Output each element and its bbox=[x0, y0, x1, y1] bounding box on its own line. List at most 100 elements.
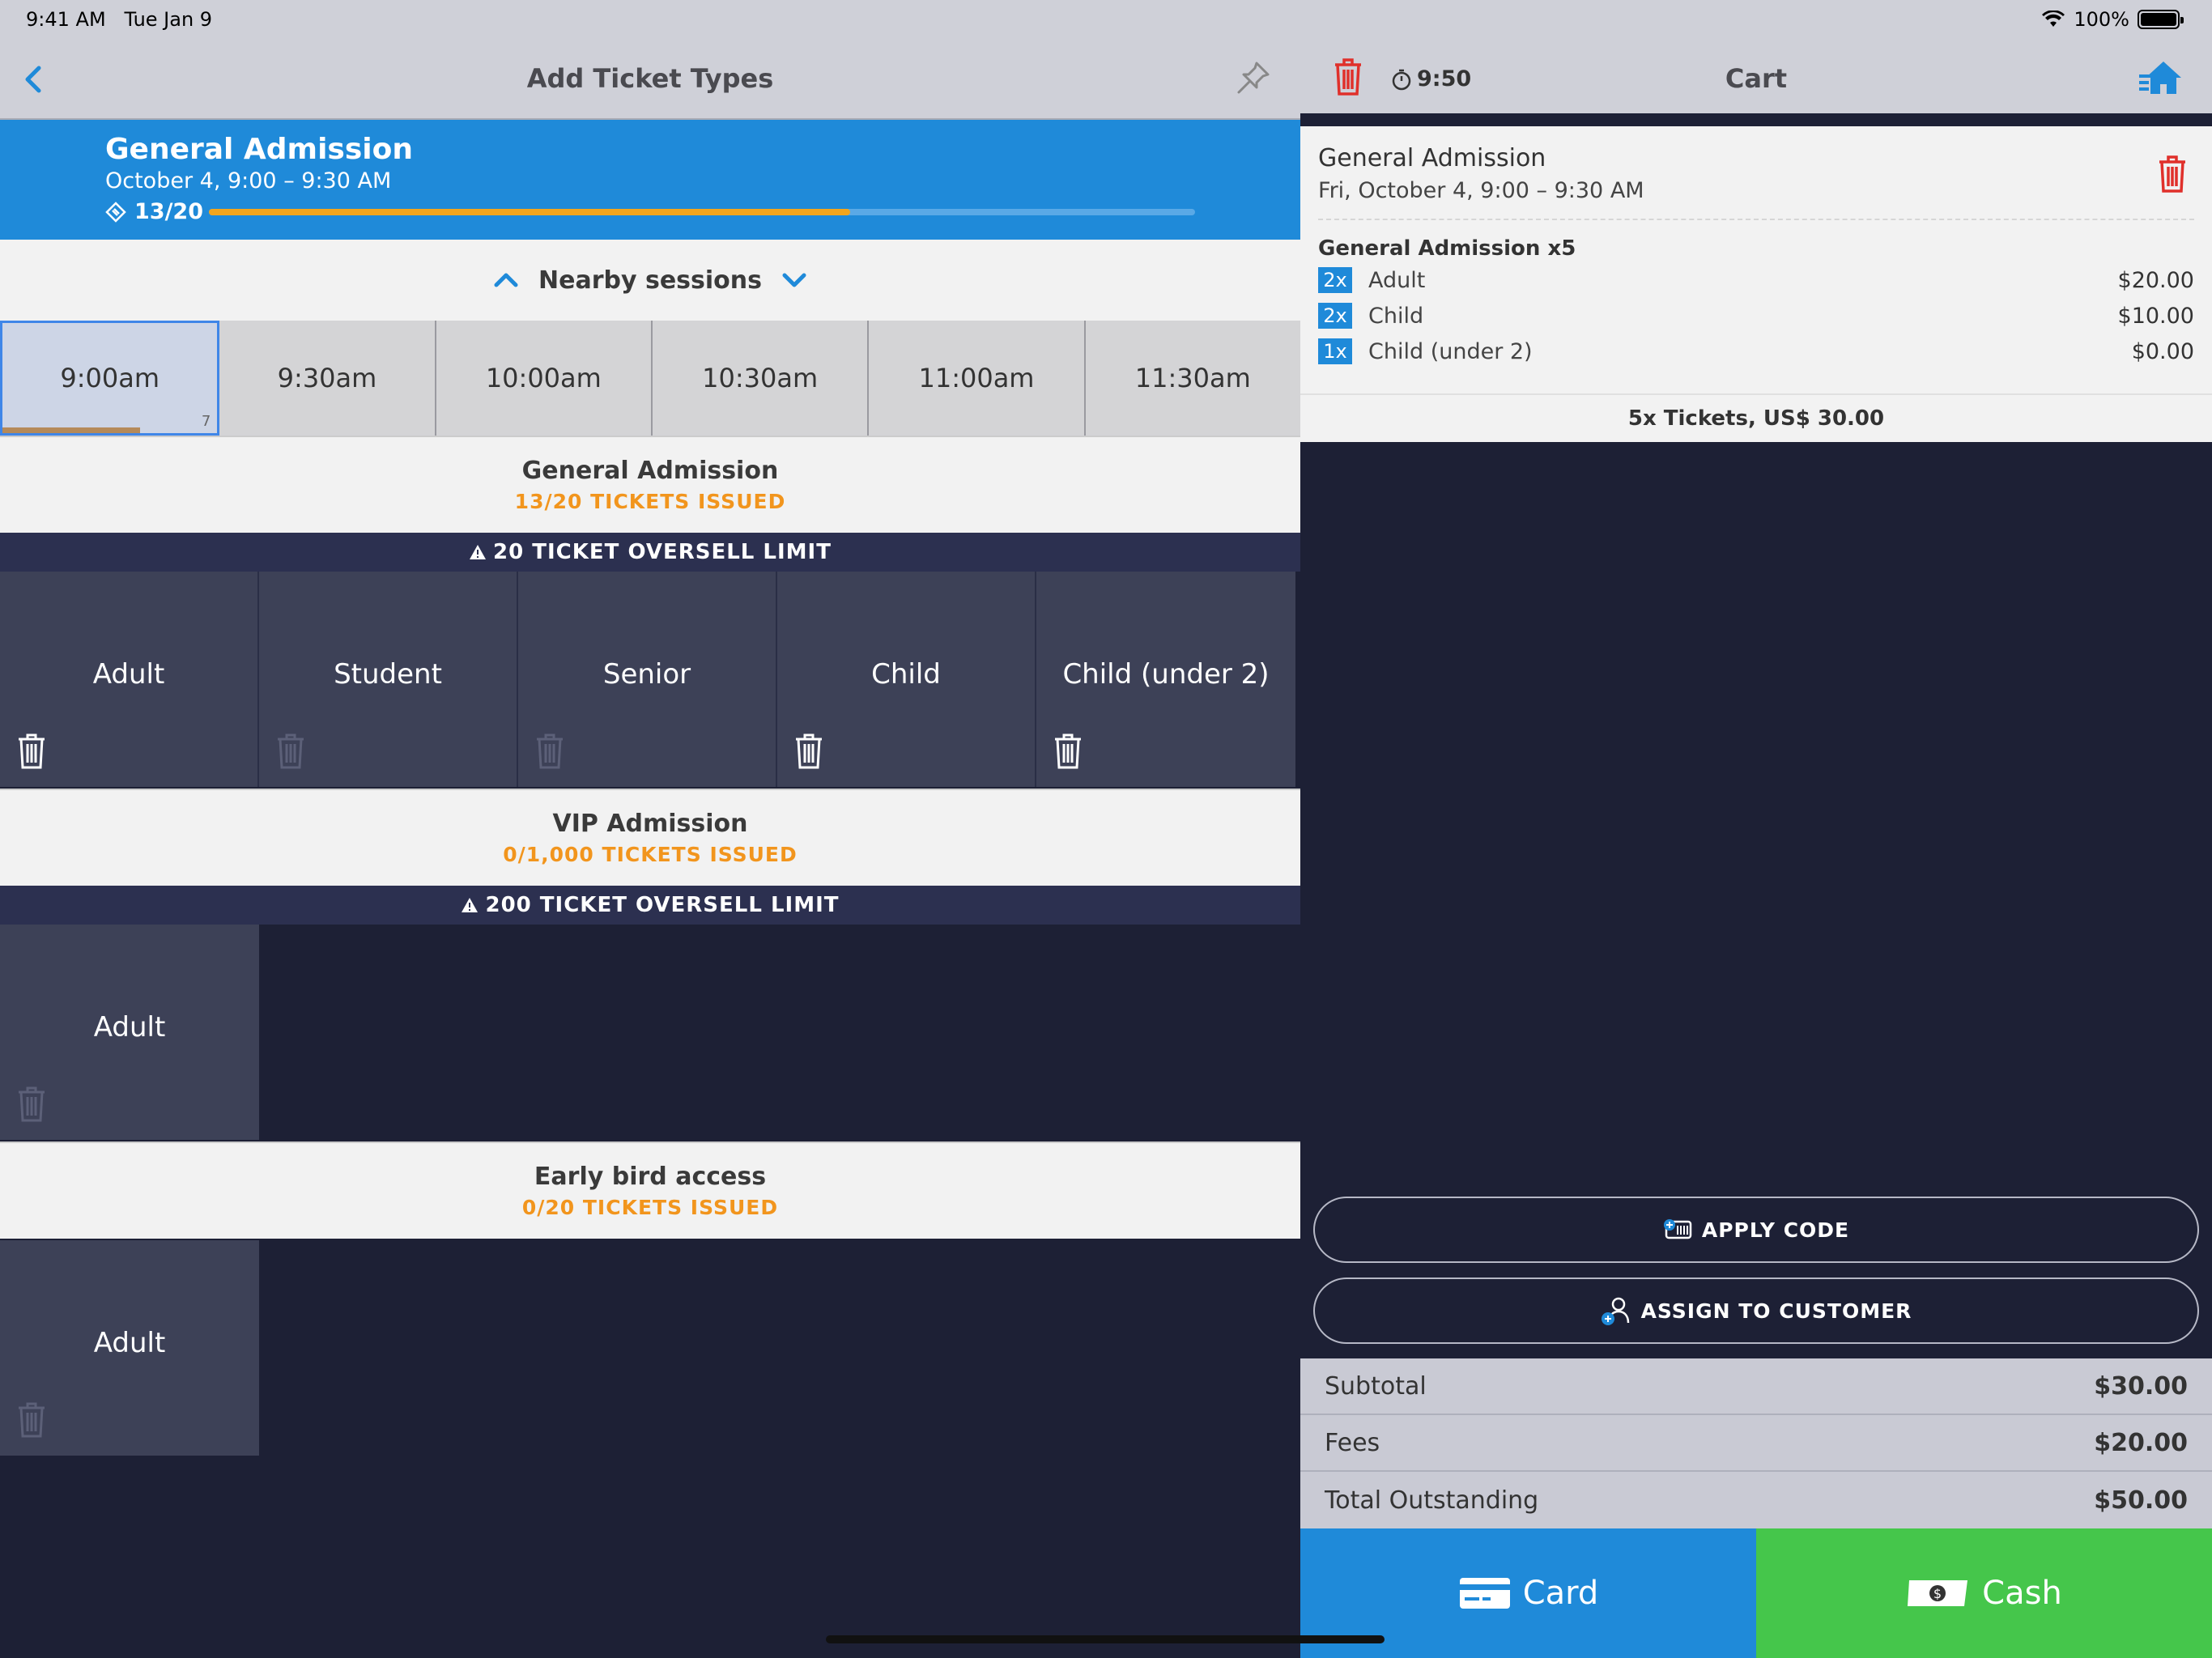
time-slot-0930[interactable]: 9:30am bbox=[219, 321, 436, 436]
section-issued: 13/20 TICKETS ISSUED bbox=[514, 490, 786, 513]
apply-code-button[interactable]: APPLY CODE bbox=[1313, 1197, 2199, 1263]
session-banner: General Admission October 4, 9:00 – 9:30… bbox=[0, 120, 1300, 240]
home-icon[interactable] bbox=[2139, 60, 2181, 96]
time-slot-label: 11:00am bbox=[918, 363, 1035, 393]
time-slot-label: 9:00am bbox=[60, 363, 160, 393]
status-time: 9:41 AM Tue Jan 9 bbox=[26, 8, 212, 31]
line-price: $20.00 bbox=[2117, 267, 2194, 293]
cart-group-label: General Admission x5 bbox=[1318, 236, 1576, 261]
cart-line-item: 2x Child $10.00 bbox=[1318, 301, 2194, 330]
oversell-banner: 20 TICKET OVERSELL LIMIT bbox=[0, 533, 1300, 572]
ticket-early-adult[interactable]: Adult bbox=[0, 1240, 259, 1456]
cart-event-name: General Admission bbox=[1318, 144, 1546, 172]
fees-value: $20.00 bbox=[2094, 1428, 2188, 1457]
coupon-icon bbox=[1663, 1219, 1692, 1239]
cart-title: Cart bbox=[1725, 63, 1788, 94]
cart-summary: 5x Tickets, US$ 30.00 bbox=[1300, 393, 2212, 442]
section-title: General Admission bbox=[521, 457, 779, 485]
line-price: $0.00 bbox=[2131, 338, 2194, 364]
time-slot-1000[interactable]: 10:00am bbox=[436, 321, 653, 436]
time-slot-1130[interactable]: 11:30am bbox=[1085, 321, 1300, 436]
ticket-icon bbox=[105, 201, 126, 223]
trash-icon bbox=[278, 733, 304, 769]
chevron-down-icon[interactable] bbox=[780, 270, 809, 290]
remove-item-trash-icon[interactable] bbox=[2157, 154, 2188, 194]
assign-customer-button[interactable]: ASSIGN TO CUSTOMER bbox=[1313, 1278, 2199, 1344]
time-slot-label: 10:00am bbox=[485, 363, 602, 393]
status-clock: 9:41 AM bbox=[26, 8, 106, 31]
section-vip-admission: VIP Admission 0/1,000 TICKETS ISSUED bbox=[0, 789, 1300, 886]
trash-icon[interactable] bbox=[1053, 732, 1083, 771]
ticket-row-general: Adult Student Senior Child Child (under … bbox=[0, 572, 1300, 787]
ticket-label: Senior bbox=[602, 658, 691, 691]
status-right: 100% bbox=[2041, 8, 2184, 31]
ticket-row-early-bird: Adult bbox=[0, 1240, 1300, 1456]
ticket-row-vip: Adult bbox=[0, 925, 1300, 1140]
session-count-value: 13/20 bbox=[134, 199, 204, 224]
quantity-badge: 2x bbox=[1318, 267, 1352, 293]
time-slot-label: 9:30am bbox=[277, 363, 377, 393]
quantity-badge: 2x bbox=[1318, 303, 1352, 329]
oversell-text: 200 TICKET OVERSELL LIMIT bbox=[485, 893, 840, 917]
trash-icon bbox=[537, 733, 563, 769]
time-slot-1100[interactable]: 11:00am bbox=[869, 321, 1086, 436]
cart-item: General Admission Fri, October 4, 9:00 –… bbox=[1300, 126, 2212, 442]
trash-icon[interactable] bbox=[793, 732, 824, 771]
svg-text:$: $ bbox=[1933, 1586, 1942, 1601]
ticket-child-under-2[interactable]: Child (under 2) bbox=[1036, 572, 1295, 787]
session-times: 9:00am 7 9:30am 10:00am 10:30am 11:00am … bbox=[0, 321, 1300, 436]
ticket-vip-adult[interactable]: Adult bbox=[0, 925, 259, 1140]
battery-icon bbox=[2138, 10, 2184, 29]
warning-icon bbox=[470, 545, 487, 559]
cart-line-item: 1x Child (under 2) $0.00 bbox=[1318, 337, 2194, 366]
ticket-adult[interactable]: Adult bbox=[0, 572, 259, 787]
time-slot-1030[interactable]: 10:30am bbox=[652, 321, 870, 436]
battery-percent: 100% bbox=[2074, 8, 2129, 31]
status-date: Tue Jan 9 bbox=[124, 8, 213, 31]
apply-code-label: APPLY CODE bbox=[1701, 1218, 1850, 1242]
cash-icon: $ bbox=[1908, 1580, 1968, 1606]
ticket-types-panel: Add Ticket Types General Admission Octob… bbox=[0, 0, 1300, 1658]
credit-card-icon bbox=[1459, 1578, 1510, 1609]
time-slot-capacity-bar bbox=[2, 427, 140, 433]
quantity-badge: 1x bbox=[1318, 338, 1352, 364]
line-name: Adult bbox=[1368, 267, 1426, 293]
section-early-bird: Early bird access 0/20 TICKETS ISSUED bbox=[0, 1141, 1300, 1239]
cash-payment-button[interactable]: $ Cash bbox=[1756, 1528, 2212, 1658]
line-name: Child (under 2) bbox=[1368, 338, 1533, 364]
total-row: Total Outstanding $50.00 bbox=[1300, 1472, 2212, 1528]
page-title: Add Ticket Types bbox=[526, 63, 774, 94]
ticket-senior[interactable]: Senior bbox=[518, 572, 777, 787]
ticket-label: Adult bbox=[92, 658, 165, 691]
cart-panel: 9:50 Cart General Admission Fri, October… bbox=[1300, 0, 2212, 1658]
session-count: 13/20 bbox=[105, 199, 203, 224]
total-label: Total Outstanding bbox=[1325, 1486, 1539, 1515]
trash-icon[interactable] bbox=[16, 732, 47, 771]
pin-icon[interactable] bbox=[1236, 60, 1271, 96]
fees-row: Fees $20.00 bbox=[1300, 1415, 2212, 1472]
oversell-text: 20 TICKET OVERSELL LIMIT bbox=[493, 540, 832, 564]
time-slot-label: 10:30am bbox=[702, 363, 819, 393]
nearby-sessions-toggle[interactable]: Nearby sessions bbox=[0, 240, 1300, 321]
session-date: October 4, 9:00 – 9:30 AM bbox=[105, 168, 392, 193]
payment-buttons: Card $ Cash bbox=[1300, 1528, 2212, 1658]
home-indicator[interactable] bbox=[826, 1635, 1385, 1643]
trash-icon bbox=[19, 1086, 45, 1122]
ticket-child[interactable]: Child bbox=[777, 572, 1036, 787]
subtotal-label: Subtotal bbox=[1325, 1371, 1427, 1401]
cart-event-date: Fri, October 4, 9:00 – 9:30 AM bbox=[1318, 178, 1644, 203]
chevron-up-icon[interactable] bbox=[491, 270, 521, 290]
totals: Subtotal $30.00 Fees $20.00 Total Outsta… bbox=[1300, 1358, 2212, 1528]
time-slot-0900[interactable]: 9:00am 7 bbox=[0, 321, 220, 436]
cash-label: Cash bbox=[1982, 1575, 2062, 1612]
section-issued: 0/1,000 TICKETS ISSUED bbox=[503, 843, 798, 866]
ticket-label: Adult bbox=[93, 1327, 166, 1359]
section-title: Early bird access bbox=[534, 1163, 767, 1191]
session-progress-bar bbox=[209, 209, 1195, 215]
ticket-label: Child (under 2) bbox=[1062, 658, 1270, 691]
ticket-label: Adult bbox=[93, 1011, 166, 1044]
session-name: General Admission bbox=[105, 133, 413, 166]
add-user-icon bbox=[1601, 1297, 1629, 1325]
ticket-student[interactable]: Student bbox=[259, 572, 518, 787]
line-name: Child bbox=[1368, 303, 1424, 329]
